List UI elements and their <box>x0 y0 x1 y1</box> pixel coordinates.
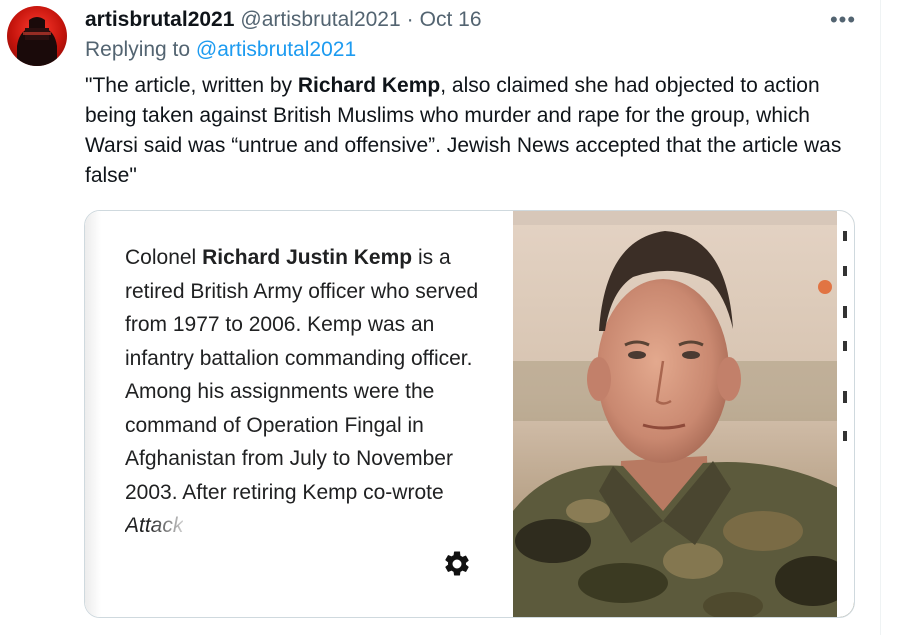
avatar-image <box>17 17 57 66</box>
card-text-panel: Colonel Richard Justin Kemp is a retired… <box>85 211 513 617</box>
card-text-intro: Colonel <box>125 246 203 269</box>
gear-icon[interactable] <box>442 549 472 579</box>
link-card[interactable]: Colonel Richard Justin Kemp is a retired… <box>84 210 855 618</box>
replying-to: Replying to @artisbrutal2021 <box>85 38 356 62</box>
avatar[interactable] <box>7 6 67 66</box>
card-text-body: is a retired British Army officer who se… <box>125 246 479 504</box>
card-panel-shadow <box>85 211 101 617</box>
tweet-text-part1: "The article, written by <box>85 74 298 97</box>
tweet-text: "The article, written by Richard Kemp, a… <box>85 71 845 191</box>
tweet-text-bold: Richard Kemp <box>297 74 441 97</box>
tweet-date[interactable]: Oct 16 <box>420 8 482 32</box>
replying-prefix: Replying to <box>85 38 191 61</box>
card-text: Colonel Richard Justin Kemp is a retired… <box>125 241 495 543</box>
author-handle[interactable]: @artisbrutal2021 <box>240 8 400 32</box>
replying-to-link[interactable]: @artisbrutal2021 <box>196 38 356 61</box>
portrait-photo <box>513 211 854 617</box>
adjacent-card-edge <box>837 211 854 617</box>
tweet-header: artisbrutal2021 @artisbrutal2021 · Oct 1… <box>85 6 482 34</box>
author-name[interactable]: artisbrutal2021 <box>85 8 234 32</box>
card-text-bold: Richard Justin Kemp <box>202 246 413 269</box>
separator-dot: · <box>406 8 414 31</box>
more-icon[interactable]: ••• <box>828 6 858 34</box>
card-text-italic: Attack <box>125 509 183 543</box>
timeline-divider <box>880 0 881 635</box>
